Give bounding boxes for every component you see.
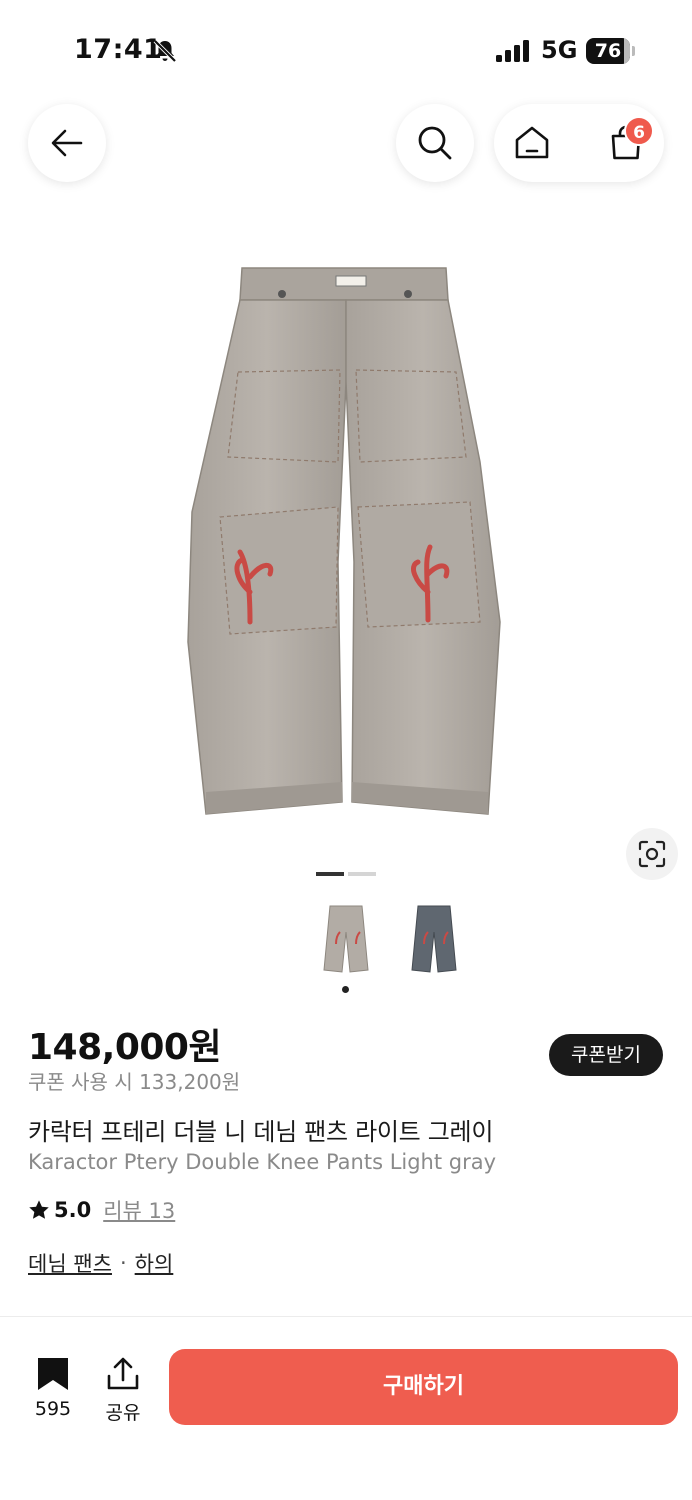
network-label: 5G — [541, 36, 578, 64]
share-icon — [107, 1357, 139, 1390]
status-time: 17:41 — [74, 34, 163, 65]
battery-tip — [632, 46, 635, 56]
signal-icon — [496, 40, 529, 62]
status-bar: 17:41 5G 76 — [0, 0, 692, 90]
arrow-left-icon — [51, 129, 83, 157]
divider — [0, 1316, 692, 1317]
image-search-button[interactable] — [626, 828, 678, 880]
pager-indicator — [348, 872, 376, 876]
selected-color-dot — [342, 986, 349, 993]
coupon-price: 쿠폰 사용 시 133,200원 — [28, 1070, 241, 1094]
bell-muted-icon — [153, 39, 177, 63]
search-button[interactable] — [396, 104, 474, 182]
product-price: 148,000원 — [28, 1027, 222, 1068]
get-coupon-button[interactable]: 쿠폰받기 — [549, 1034, 663, 1076]
rating-row: 5.0 리뷰 13 — [28, 1196, 175, 1224]
share-label: 공유 — [105, 1402, 141, 1424]
category-breadcrumb: 데님 팬츠 · 하의 — [28, 1248, 173, 1278]
category-separator: · — [119, 1251, 127, 1275]
battery-level: 76 — [594, 40, 622, 62]
bookmark-icon — [38, 1358, 68, 1390]
buy-button[interactable]: 구매하기 — [169, 1349, 678, 1425]
category-link[interactable]: 데님 팬츠 — [28, 1248, 112, 1278]
share-button[interactable]: 공유 — [100, 1354, 146, 1424]
color-option-thumbnail[interactable] — [322, 904, 370, 974]
product-name-english: Karactor Ptery Double Knee Pants Light g… — [28, 1150, 497, 1174]
product-name-korean: 카락터 프테리 더블 니 데님 팬츠 라이트 그레이 — [28, 1118, 494, 1146]
review-link[interactable]: 리뷰 13 — [103, 1195, 175, 1225]
star-icon — [29, 1200, 49, 1219]
home-button[interactable] — [510, 121, 554, 165]
nav-pill: 6 — [494, 104, 664, 182]
battery-indicator: 76 — [586, 38, 630, 64]
lens-scan-icon — [638, 840, 666, 868]
color-option-thumbnail[interactable] — [410, 904, 458, 974]
rating-value: 5.0 — [54, 1198, 92, 1222]
bookmark-count: 595 — [34, 1398, 72, 1420]
category-link[interactable]: 하의 — [135, 1248, 174, 1278]
home-icon — [515, 126, 549, 159]
search-icon — [418, 126, 452, 160]
back-button[interactable] — [28, 104, 106, 182]
pager-indicator-active — [316, 872, 344, 876]
product-image[interactable] — [170, 262, 520, 828]
cart-count-badge: 6 — [624, 116, 654, 146]
bookmark-button[interactable]: 595 — [30, 1354, 76, 1424]
